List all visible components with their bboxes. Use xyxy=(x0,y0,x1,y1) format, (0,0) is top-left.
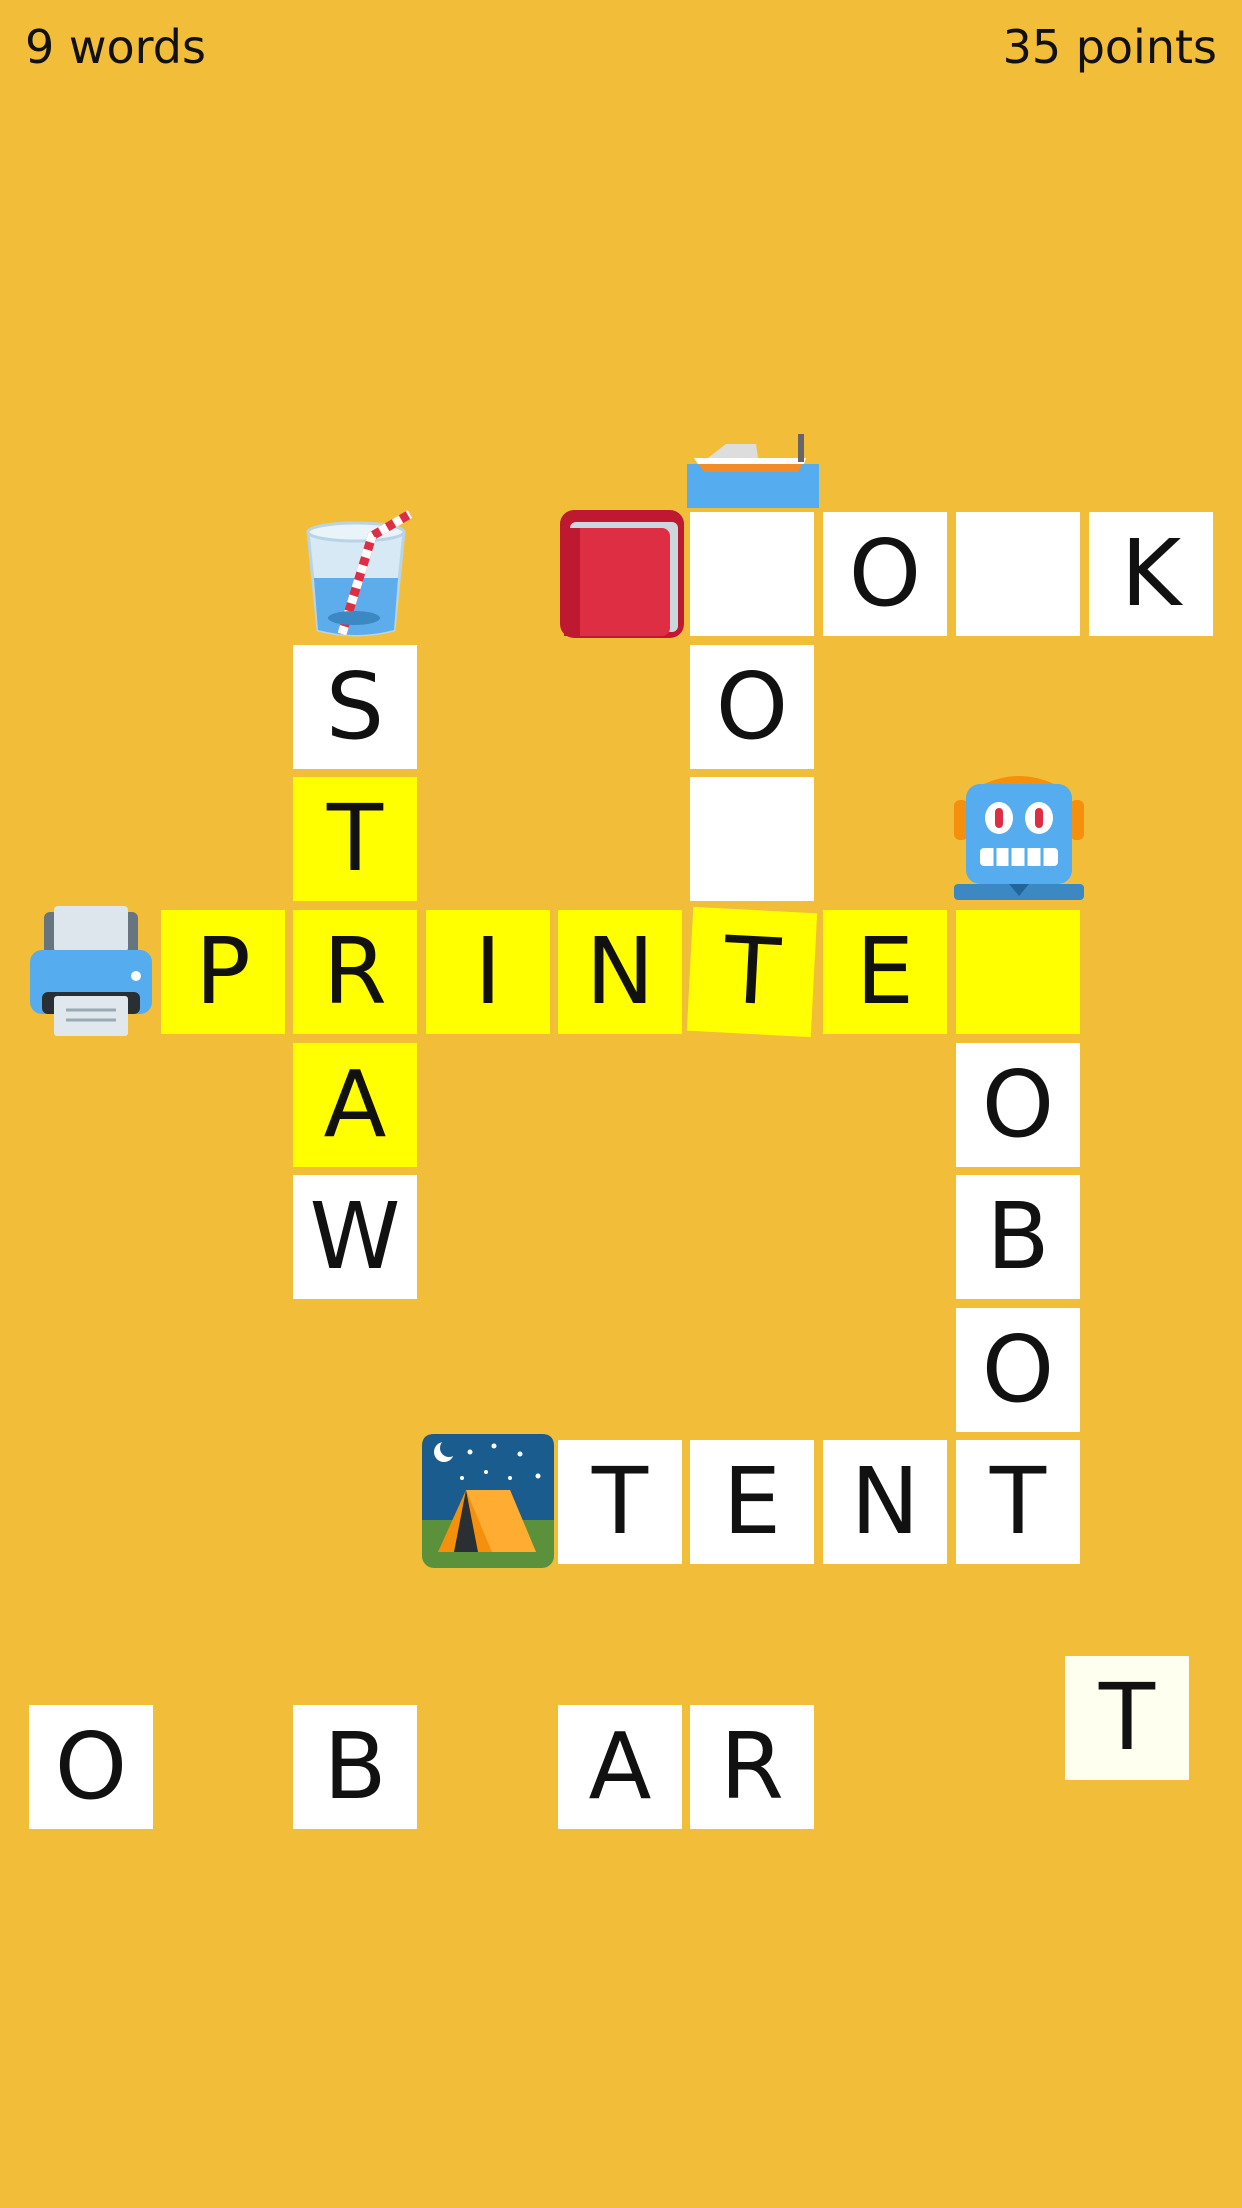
book-tile-2[interactable]: O xyxy=(690,645,814,769)
straw-tile-4[interactable]: A xyxy=(293,1043,417,1167)
printer-tile-1[interactable]: P xyxy=(161,910,285,1034)
straw-tile-1[interactable]: S xyxy=(293,645,417,769)
boat-tile-2[interactable]: O xyxy=(823,512,947,636)
boat-tile-3[interactable] xyxy=(956,512,1080,636)
tent-icon xyxy=(422,1434,554,1568)
tent-tile-2[interactable]: E xyxy=(690,1440,814,1564)
tray-tile-dragged[interactable]: T xyxy=(1065,1656,1189,1780)
boat-tile-4[interactable]: K xyxy=(1089,512,1213,636)
tent-tile-3[interactable]: N xyxy=(823,1440,947,1564)
book-tile-3[interactable] xyxy=(690,777,814,901)
tray-tile[interactable]: A xyxy=(558,1705,682,1829)
book-icon xyxy=(558,508,686,640)
drink-icon xyxy=(298,506,424,638)
straw-tile-2[interactable]: T xyxy=(293,777,417,901)
boat-tile-1[interactable] xyxy=(690,512,814,636)
printer-tile-4[interactable]: N xyxy=(558,910,682,1034)
printer-tile-6[interactable]: E xyxy=(823,910,947,1034)
robot-tile-3[interactable]: B xyxy=(956,1175,1080,1299)
word-count: 9 words xyxy=(25,20,206,74)
boat-icon xyxy=(686,428,820,508)
tray-tile[interactable]: R xyxy=(690,1705,814,1829)
printer-tile-7[interactable] xyxy=(956,910,1080,1034)
tent-tile-1[interactable]: T xyxy=(558,1440,682,1564)
tent-tile-4[interactable]: T xyxy=(956,1440,1080,1564)
printer-tile-5[interactable]: T xyxy=(686,906,818,1038)
tray-tile[interactable]: B xyxy=(293,1705,417,1829)
robot-tile-2[interactable]: O xyxy=(956,1043,1080,1167)
tray-tile[interactable]: O xyxy=(29,1705,153,1829)
printer-icon xyxy=(30,904,152,1038)
printer-tile-3[interactable]: I xyxy=(426,910,550,1034)
robot-tile-4[interactable]: O xyxy=(956,1308,1080,1432)
printer-tile-2[interactable]: R xyxy=(293,910,417,1034)
straw-tile-5[interactable]: W xyxy=(293,1175,417,1299)
robot-icon xyxy=(954,772,1084,902)
points-score: 35 points xyxy=(1002,20,1217,74)
